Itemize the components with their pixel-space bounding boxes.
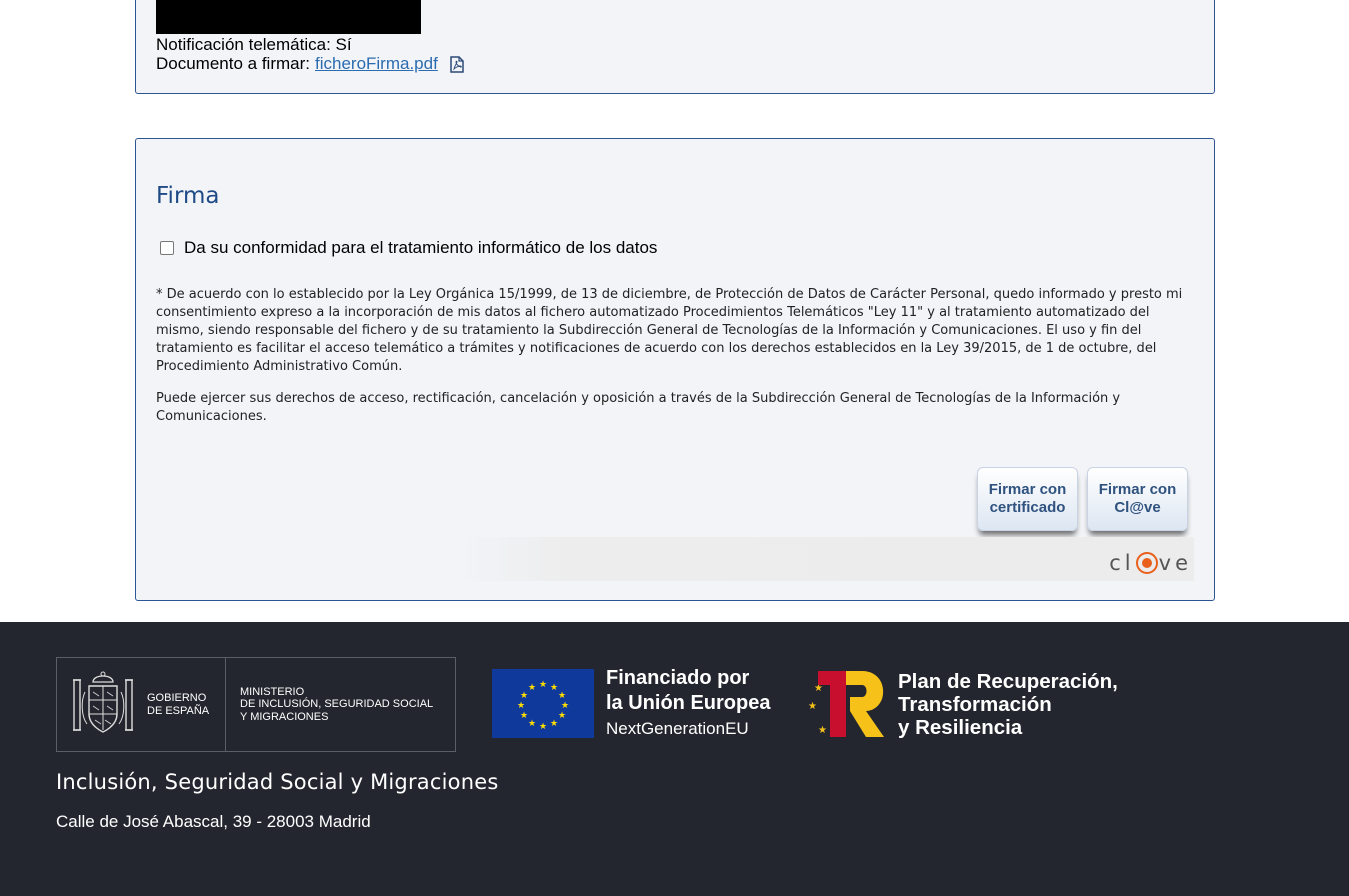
prtr-logo-icon: ★ ★ ★ xyxy=(806,669,888,739)
svg-text:★: ★ xyxy=(550,683,558,693)
eu-line1: Financiado por xyxy=(606,667,750,689)
svg-text:★: ★ xyxy=(808,701,817,712)
sign-with-certificate-button[interactable]: Firmar con certificado xyxy=(977,467,1078,531)
sign-with-clave-button[interactable]: Firmar con Cl@ve xyxy=(1087,467,1188,531)
ministry-line3: Y MIGRACIONES xyxy=(240,710,329,723)
eu-funding-text: Financiado por la Unión Europea NextGene… xyxy=(606,666,770,742)
svg-text:★: ★ xyxy=(539,722,547,732)
svg-text:★: ★ xyxy=(558,691,566,701)
prtr-line2: Transformación xyxy=(898,693,1052,716)
ministry-line1: MINISTERIO xyxy=(240,685,305,698)
pdf-file-icon[interactable] xyxy=(450,55,464,73)
ministry-name: Inclusión, Seguridad Social y Migracione… xyxy=(56,770,499,794)
clave-bar xyxy=(456,537,1194,581)
svg-text:★: ★ xyxy=(528,719,536,729)
prtr-line1: Plan de Recuperación, xyxy=(898,670,1118,693)
government-logo-box: GOBIERNO DE ESPAÑA MINISTERIO DE INCLUSI… xyxy=(56,657,456,752)
legal-paragraph-2: Puede ejercer sus derechos de acceso, re… xyxy=(156,391,1121,424)
document-link[interactable]: ficheroFirma.pdf xyxy=(315,54,438,74)
footer: GOBIERNO DE ESPAÑA MINISTERIO DE INCLUSI… xyxy=(0,622,1349,896)
btn-clave-line1: Firmar con xyxy=(1098,481,1177,498)
gov-right: MINISTERIO DE INCLUSIÓN, SEGURIDAD SOCIA… xyxy=(226,658,433,751)
consent-label[interactable]: Da su conformidad para el tratamiento in… xyxy=(184,238,657,258)
svg-text:★: ★ xyxy=(558,711,566,721)
ministry-line2: DE INCLUSIÓN, SEGURIDAD SOCIAL xyxy=(240,698,434,711)
prtr-text: Plan de Recuperación, Transformación y R… xyxy=(898,670,1118,739)
redacted-block xyxy=(156,0,421,34)
prtr-line3: y Resiliencia xyxy=(898,716,1023,739)
firma-title: Firma xyxy=(156,183,220,209)
gov-line2: DE ESPAÑA xyxy=(147,704,210,717)
address: Calle de José Abascal, 39 - 28003 Madrid xyxy=(56,812,371,831)
svg-text:★: ★ xyxy=(517,701,525,711)
document-line: Documento a firmar: ficheroFirma.pdf xyxy=(156,54,464,74)
eu-line3: NextGenerationEU xyxy=(606,719,749,738)
notification-line: Notificación telemática: Sí xyxy=(156,35,352,54)
consent-checkbox[interactable] xyxy=(160,241,174,255)
svg-text:★: ★ xyxy=(528,683,536,693)
svg-text:★: ★ xyxy=(818,725,827,736)
firma-panel: Firma Da su conformidad para el tratamie… xyxy=(135,138,1215,601)
svg-text:★: ★ xyxy=(550,719,558,729)
svg-text:★: ★ xyxy=(561,701,569,711)
eu-line2: la Unión Europea xyxy=(606,692,771,714)
btn-cert-line2: certificado xyxy=(989,499,1066,516)
svg-text:★: ★ xyxy=(520,711,528,721)
legal-paragraph-1: * De acuerdo con lo establecido por la L… xyxy=(156,287,1183,374)
svg-text:★: ★ xyxy=(539,680,547,690)
consent-row[interactable]: Da su conformidad para el tratamiento in… xyxy=(160,238,657,258)
gov-line1: GOBIERNO xyxy=(147,691,207,704)
svg-text:★: ★ xyxy=(520,691,528,701)
clave-logo-icon: cl ve xyxy=(1109,551,1192,575)
document-label: Documento a firmar: xyxy=(156,54,310,73)
btn-clave-line2: Cl@ve xyxy=(1114,499,1161,516)
request-summary-panel: Notificación telemática: Sí Documento a … xyxy=(135,0,1215,94)
btn-cert-line1: Firmar con xyxy=(988,481,1067,498)
eu-flag-icon: ★ ★ ★ ★ ★ ★ ★ ★ ★ ★ ★ ★ xyxy=(492,669,594,738)
coat-of-arms-icon xyxy=(73,671,133,733)
gov-left: GOBIERNO DE ESPAÑA xyxy=(57,658,226,751)
